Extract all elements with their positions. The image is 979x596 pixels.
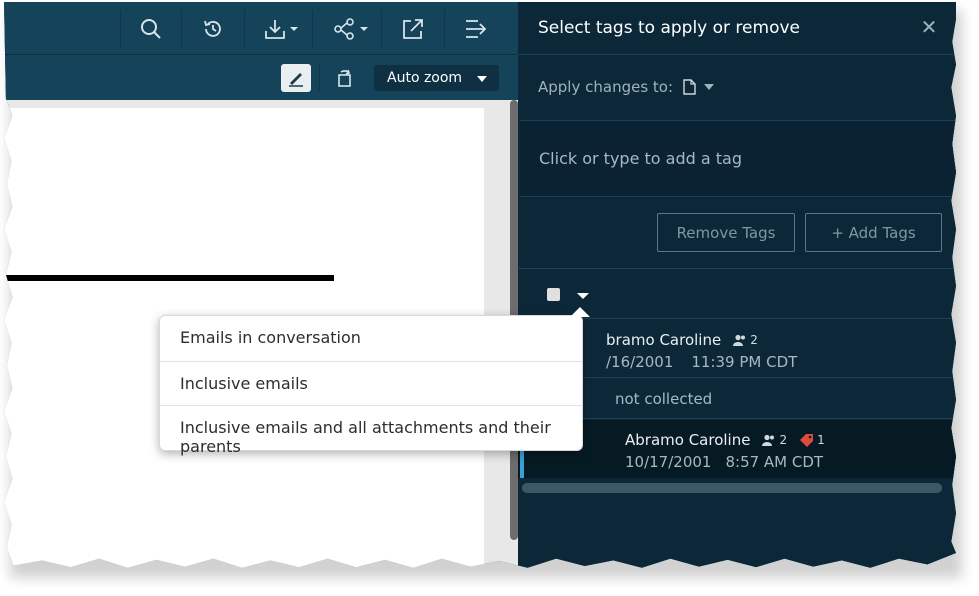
viewer-toolbar: Auto zoom xyxy=(4,55,518,100)
item-time: 11:39 PM CDT xyxy=(691,353,798,371)
share-icon[interactable] xyxy=(329,2,375,55)
menu-item-emails-in-conversation[interactable]: Emails in conversation xyxy=(160,316,582,360)
list-item[interactable]: bramo Caroline 2 /16/2001 11:39 PM CDT xyxy=(518,320,956,378)
tag-input-placeholder: Click or type to add a tag xyxy=(539,149,742,168)
panel-title: Select tags to apply or remove xyxy=(538,18,800,38)
panel-header: Select tags to apply or remove ✕ xyxy=(518,2,956,55)
document-scope-select[interactable] xyxy=(683,79,715,95)
sender-name: bramo Caroline xyxy=(606,331,722,349)
screenshot-frame: Auto zoom Select tags to apply or remove… xyxy=(0,0,979,596)
apply-label: Apply changes to: xyxy=(538,78,674,96)
app-window: Auto zoom Select tags to apply or remove… xyxy=(4,2,956,568)
rotate-icon[interactable] xyxy=(332,55,358,100)
list-item[interactable]: not collected xyxy=(518,379,956,419)
zoom-value: Auto zoom xyxy=(387,70,463,86)
chevron-down-icon xyxy=(704,84,715,90)
search-icon[interactable] xyxy=(132,2,170,55)
chevron-down-icon xyxy=(477,76,487,82)
download-icon[interactable] xyxy=(259,2,305,55)
select-all-checkbox[interactable] xyxy=(547,288,560,301)
history-icon[interactable] xyxy=(194,2,232,55)
external-link-icon[interactable] xyxy=(394,2,432,55)
people-count: 2 xyxy=(750,333,758,347)
item-time: 8:57 AM CDT xyxy=(725,453,824,471)
tag-count: 1 xyxy=(817,433,825,447)
tag-input[interactable]: Click or type to add a tag xyxy=(520,120,956,197)
menu-item-inclusive-emails[interactable]: Inclusive emails xyxy=(160,361,582,405)
collection-status: not collected xyxy=(615,390,713,408)
selection-options-menu: Emails in conversation Inclusive emails … xyxy=(159,307,590,456)
people-count: 2 xyxy=(779,433,788,447)
list-item[interactable]: Abramo Caroline 2 1 10/17/2001 8:57 AM C… xyxy=(518,420,956,478)
zoom-select[interactable]: Auto zoom xyxy=(374,65,499,91)
sender-name: Abramo Caroline xyxy=(625,431,751,449)
add-tags-button[interactable]: + Add Tags xyxy=(805,213,942,252)
apply-changes-row: Apply changes to: xyxy=(538,78,715,96)
close-icon[interactable]: ✕ xyxy=(920,17,938,37)
collapse-panel-icon[interactable] xyxy=(457,2,495,55)
select-options-chevron-icon[interactable] xyxy=(577,293,589,299)
remove-tags-button[interactable]: Remove Tags xyxy=(657,213,795,252)
item-date: /16/2001 xyxy=(606,353,674,371)
tag-panel: Select tags to apply or remove ✕ Apply c… xyxy=(518,2,956,568)
tag-icon xyxy=(800,433,814,447)
highlight-icon[interactable] xyxy=(281,64,311,92)
people-icon xyxy=(762,434,775,446)
item-date: 10/17/2001 xyxy=(625,453,712,471)
document-toolbar xyxy=(4,2,518,55)
document-icon xyxy=(683,79,696,95)
page-rule-line xyxy=(4,275,334,281)
people-icon xyxy=(733,334,746,346)
menu-item-inclusive-emails-attachments-parents[interactable]: Inclusive emails and all attachments and… xyxy=(160,405,582,456)
horizontal-scrollbar[interactable] xyxy=(522,483,942,493)
